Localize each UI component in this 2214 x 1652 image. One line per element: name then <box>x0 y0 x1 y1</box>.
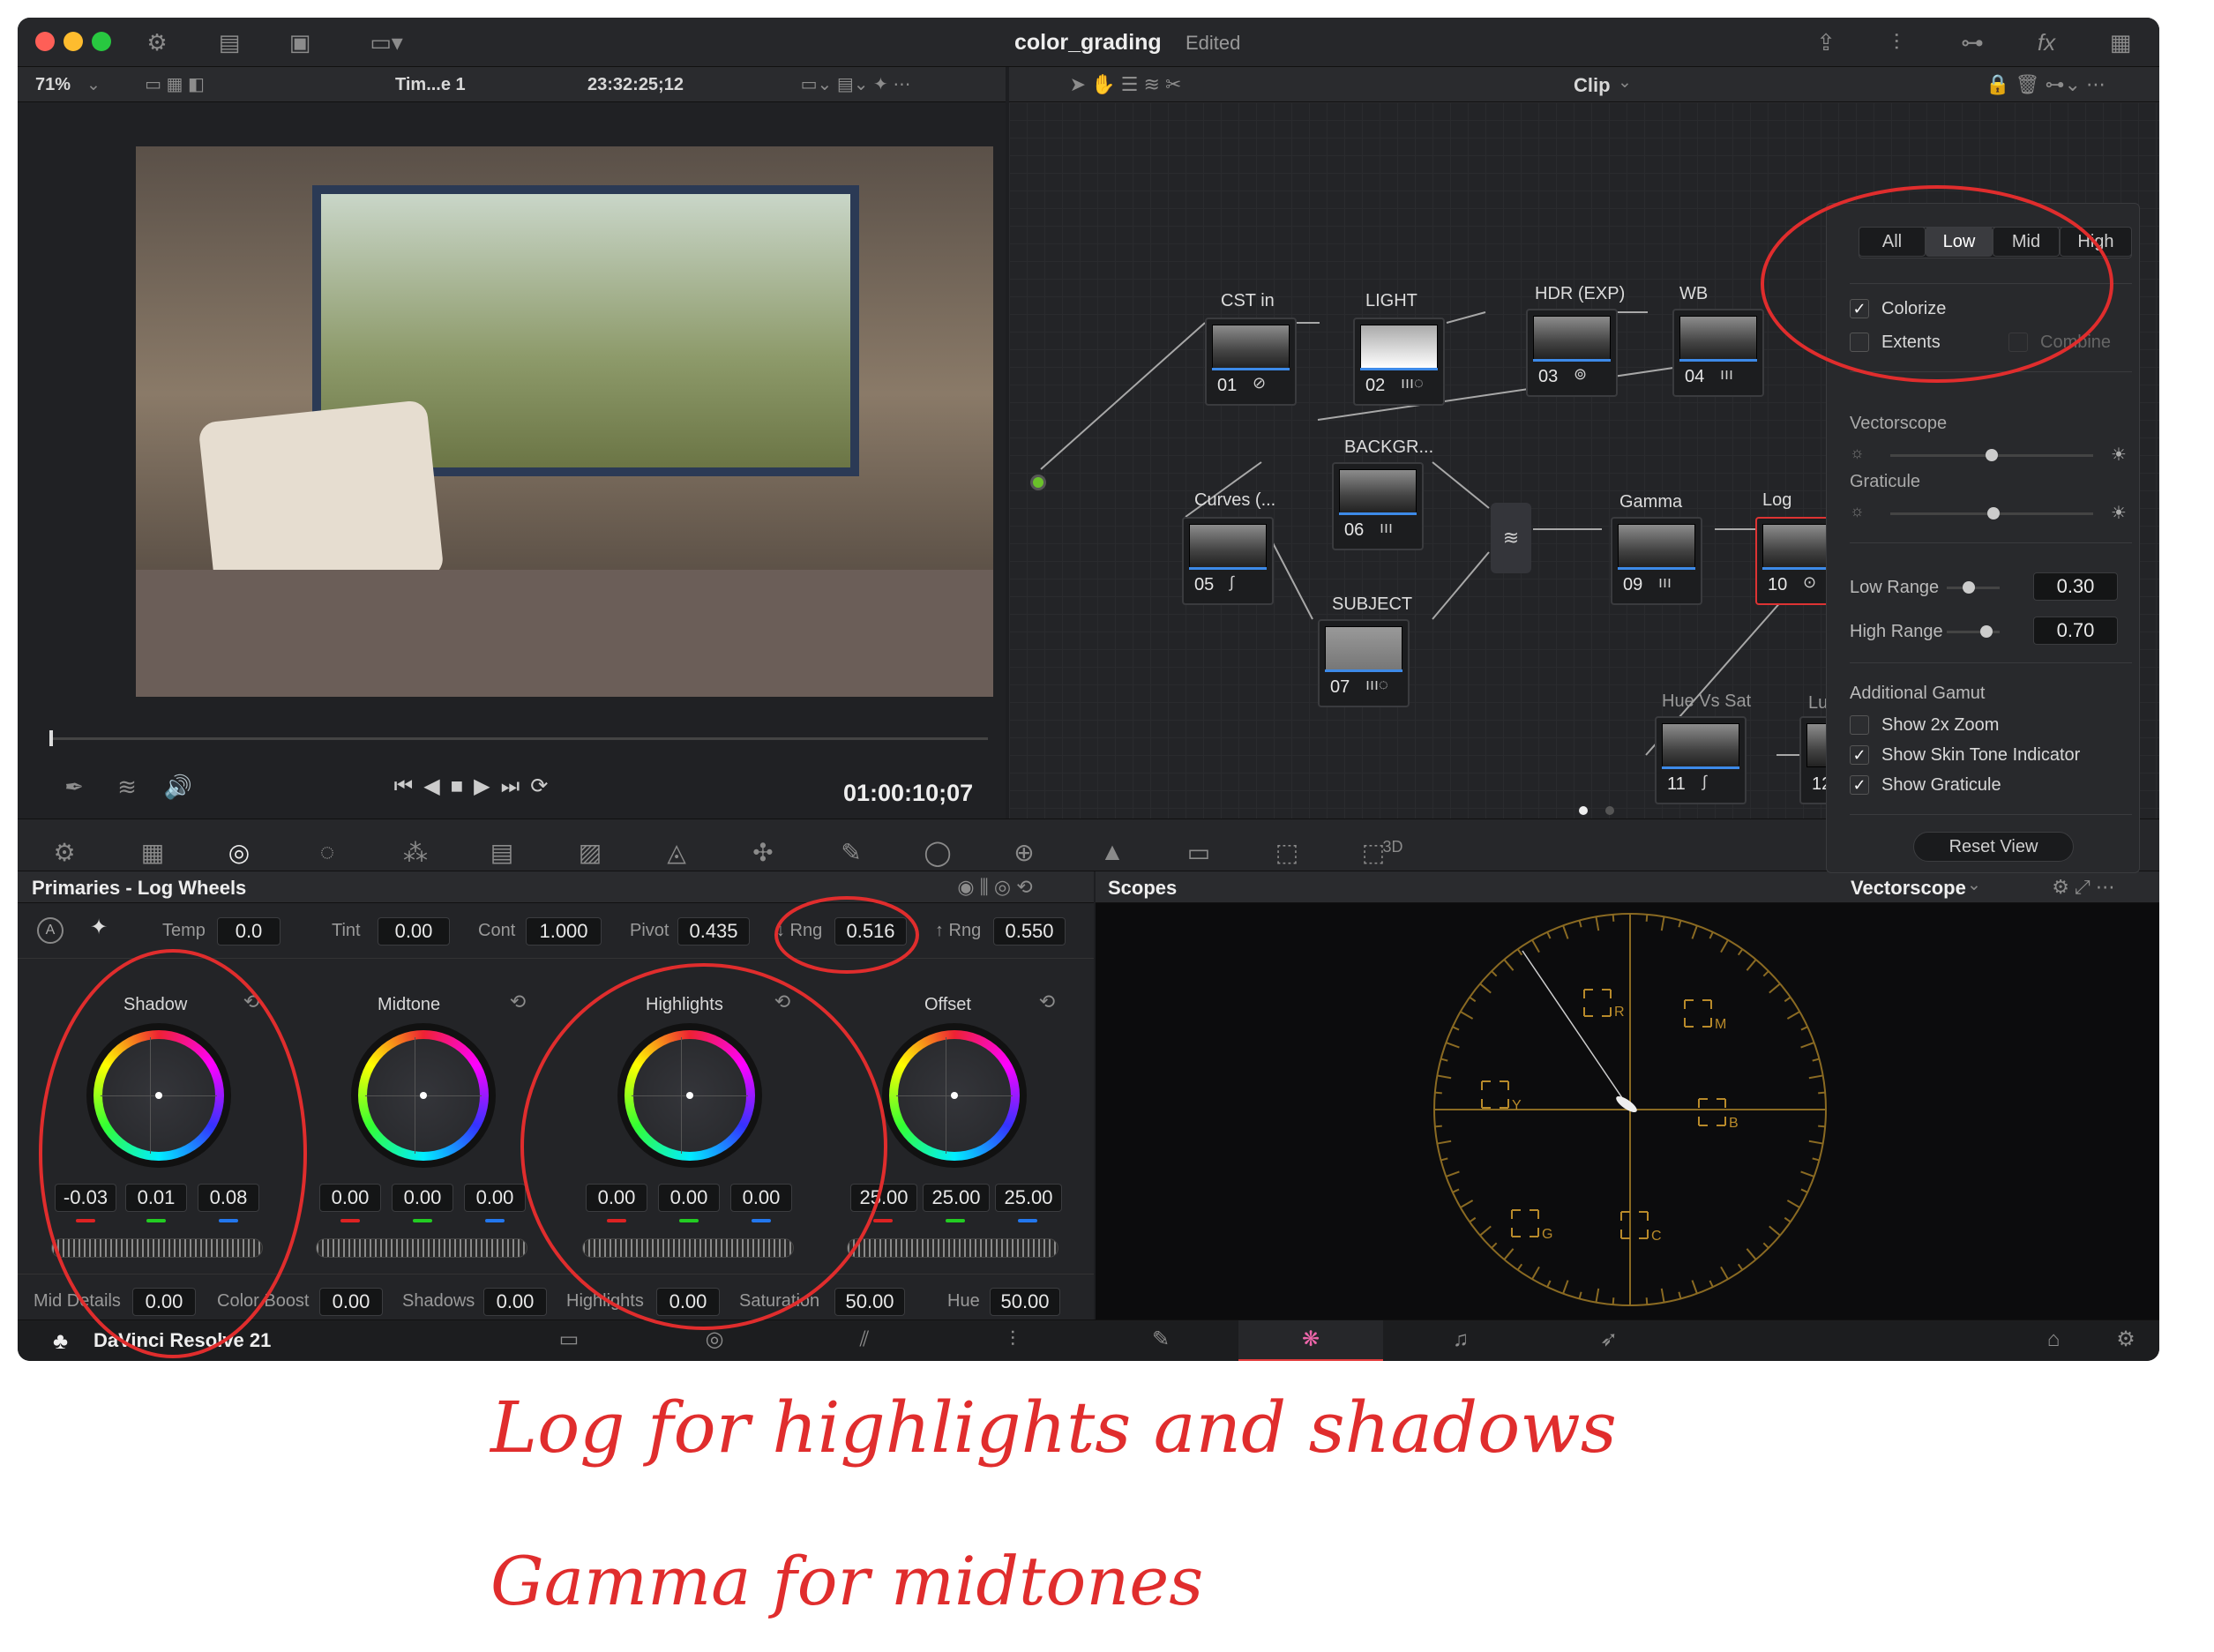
annotation-circle-range <box>774 896 919 974</box>
annotation-circle-highlights <box>520 963 887 1330</box>
annotation-circle-settings <box>1761 185 2113 383</box>
annotation-overlay <box>39 185 2113 1358</box>
annotation-circle-shadow <box>39 949 307 1358</box>
